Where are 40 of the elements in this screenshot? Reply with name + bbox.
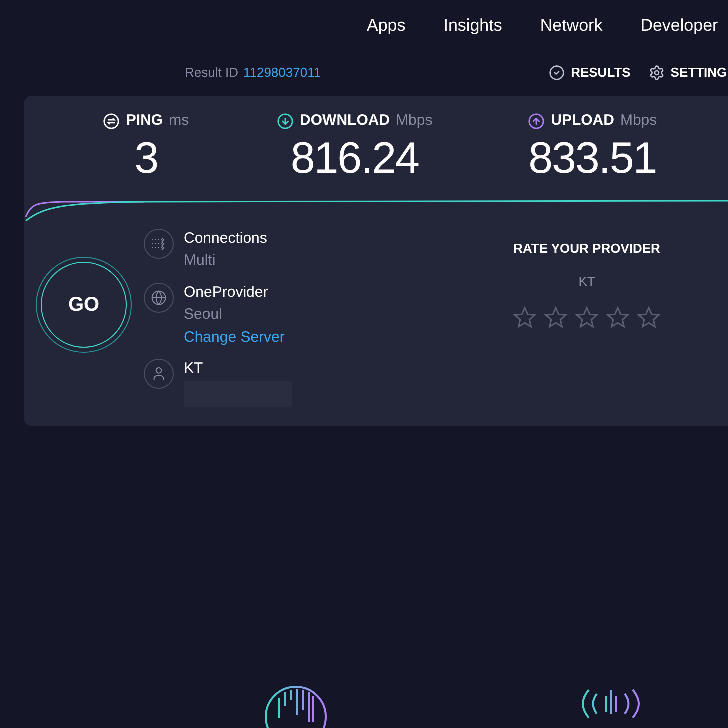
metric-value: 3 xyxy=(134,132,158,184)
result-id-label: Result ID xyxy=(185,64,238,82)
metric-label: UPLOAD xyxy=(551,111,614,131)
rating-title: RATE YOUR PROVIDER xyxy=(514,240,660,258)
rating-provider: KT xyxy=(578,273,596,291)
settings-icon xyxy=(648,65,665,81)
nav-link[interactable]: Insights xyxy=(444,13,502,50)
info-subtitle: Multi xyxy=(184,250,217,270)
info-subtitle: Seoul xyxy=(184,304,224,324)
metric-value: 816.24 xyxy=(290,132,419,184)
star-icon[interactable] xyxy=(575,306,599,330)
metric-unit: Mbps xyxy=(620,111,658,131)
connections-icon xyxy=(144,228,174,258)
star-icon[interactable] xyxy=(544,306,568,330)
globe-app-icon[interactable] xyxy=(263,684,329,728)
nav-link[interactable]: Apps xyxy=(367,13,406,50)
results-button[interactable]: RESULTS xyxy=(549,63,631,83)
metric-label: PING xyxy=(126,111,164,131)
star-icon[interactable] xyxy=(637,306,661,330)
globe-icon xyxy=(144,282,174,312)
ping-icon xyxy=(103,112,120,130)
result-id-link[interactable]: 11298037011 xyxy=(243,63,322,83)
metric-unit: Mbps xyxy=(396,111,433,131)
settings-button[interactable]: SETTING xyxy=(648,63,728,83)
nav-link[interactable]: Developer xyxy=(640,13,718,50)
upload-icon xyxy=(528,112,546,130)
metric-unit: ms xyxy=(169,111,190,131)
star-icon[interactable] xyxy=(513,306,537,330)
nav-link[interactable]: Network xyxy=(540,13,603,50)
info-title: Connections xyxy=(184,228,268,248)
user-icon xyxy=(144,358,174,388)
go-button[interactable]: GO xyxy=(36,256,132,352)
check-icon xyxy=(549,65,566,81)
change-server-link[interactable]: Change Server xyxy=(184,326,285,348)
metric-label: DOWNLOAD xyxy=(300,111,390,131)
download-icon xyxy=(277,112,294,130)
info-title: OneProvider xyxy=(184,282,270,302)
star-icon[interactable] xyxy=(606,306,630,330)
metric-value: 833.51 xyxy=(528,132,657,184)
info-title: KT xyxy=(184,358,204,378)
